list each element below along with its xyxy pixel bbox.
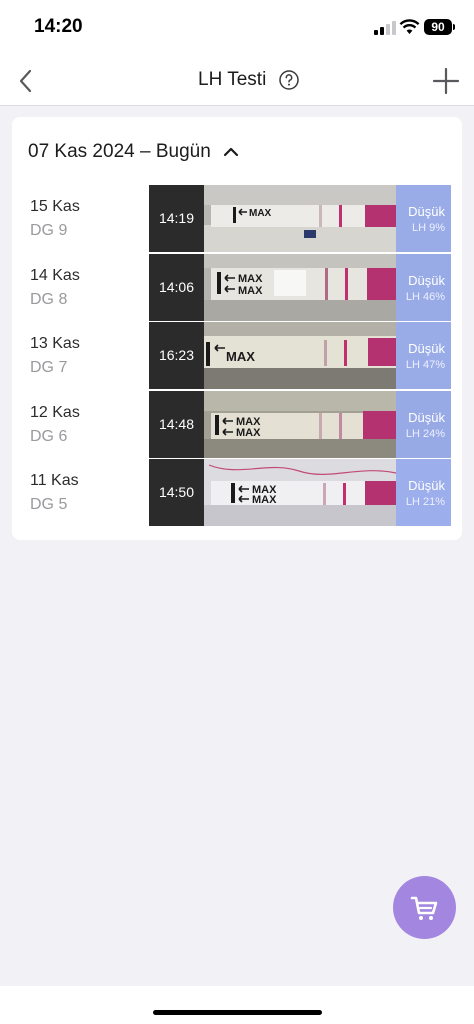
chevron-up-icon (223, 147, 238, 157)
entry-date: 14 Kas (30, 267, 80, 284)
result-lh-percent: LH 46% (405, 291, 445, 303)
add-button[interactable] (431, 66, 461, 96)
test-strip-photo[interactable]: MAX MAX 14:48 Düşük LH 24% (149, 391, 451, 458)
entry-date: 11 Kas (30, 472, 79, 489)
result-level: Düşük (408, 341, 445, 356)
test-strip-photo[interactable]: MAX 16:23 Düşük LH 47% (149, 322, 451, 389)
strip-max-label: MAX (236, 427, 261, 439)
cart-button[interactable] (393, 876, 456, 939)
result-lh-percent: LH 21% (405, 496, 445, 508)
result-level: Düşük (408, 478, 445, 493)
entry-cycle-day: DG 8 (30, 291, 68, 308)
entry-date: 13 Kas (30, 335, 80, 352)
list-item[interactable]: 14 Kas DG 8 MAX MAX 14:06 Düşük LH 46% (12, 254, 462, 322)
strip-max-label: MAX (249, 208, 272, 219)
entry-time: 14:06 (149, 254, 204, 321)
result-lh-percent: LH 47% (405, 359, 445, 371)
list-item[interactable]: 15 Kas DG 9 MAX 14:19 Düşük LH 9% (12, 185, 462, 253)
wifi-icon (399, 19, 420, 34)
list-item[interactable]: 13 Kas DG 7 MAX 16:23 Düşük LH 47% (12, 322, 462, 390)
result-level: Düşük (408, 273, 445, 288)
battery-indicator: 90 (424, 19, 452, 35)
entry-time: 14:48 (149, 391, 204, 458)
entry-time: 16:23 (149, 322, 204, 389)
strip-max-label: MAX (238, 285, 263, 297)
date-range-toggle[interactable]: 07 Kas 2024 – Bugün (28, 141, 239, 163)
list-item[interactable]: 12 Kas DG 6 MAX MAX 14:48 Düşük LH 24% (12, 391, 462, 459)
home-indicator[interactable] (153, 1010, 322, 1015)
entry-cycle-day: DG 9 (30, 222, 68, 239)
test-strip-photo[interactable]: MAX MAX 14:06 Düşük LH 46% (149, 254, 451, 321)
date-range-label: 07 Kas 2024 – Bugün (28, 141, 211, 162)
bottom-safe-area (0, 986, 474, 1024)
result-lh-percent: LH 9% (411, 222, 445, 234)
entry-cycle-day: DG 5 (30, 496, 68, 513)
entry-cycle-day: DG 6 (30, 428, 68, 445)
entry-date: 12 Kas (30, 404, 80, 421)
strip-max-label: MAX (252, 494, 277, 506)
strip-max-label: MAX (238, 273, 263, 285)
result-level: Düşük (408, 410, 445, 425)
entry-time: 14:19 (149, 185, 204, 252)
result-overlay: Düşük LH 24% (396, 391, 451, 458)
result-lh-percent: LH 24% (405, 428, 445, 440)
result-overlay: Düşük LH 21% (396, 459, 451, 526)
results-card: 07 Kas 2024 – Bugün 15 Kas DG 9 MAX 14:1… (12, 117, 462, 540)
cellular-signal-icon (374, 21, 396, 35)
cart-icon (410, 896, 438, 920)
result-overlay: Düşük LH 47% (396, 322, 451, 389)
test-strip-photo[interactable]: MAX MAX 14:50 Düşük LH 21% (149, 459, 451, 526)
help-icon[interactable] (278, 69, 300, 91)
battery-nub (453, 24, 455, 30)
entry-date: 15 Kas (30, 198, 80, 215)
result-overlay: Düşük LH 46% (396, 254, 451, 321)
nav-bar: LH Testi (0, 56, 474, 106)
list-item[interactable]: 11 Kas DG 5 MAX MAX 14:50 Düşük LH 21% (12, 459, 462, 527)
status-time: 14:20 (34, 16, 83, 37)
test-strip-photo[interactable]: MAX 14:19 Düşük LH 9% (149, 185, 451, 252)
strip-max-label: MAX (226, 349, 255, 364)
entry-time: 14:50 (149, 459, 204, 526)
result-overlay: Düşük LH 9% (396, 185, 451, 252)
status-bar: 14:20 90 (0, 0, 474, 56)
page-title: LH Testi (198, 69, 267, 90)
result-level: Düşük (408, 204, 445, 219)
back-button[interactable] (12, 66, 42, 96)
entry-cycle-day: DG 7 (30, 359, 68, 376)
